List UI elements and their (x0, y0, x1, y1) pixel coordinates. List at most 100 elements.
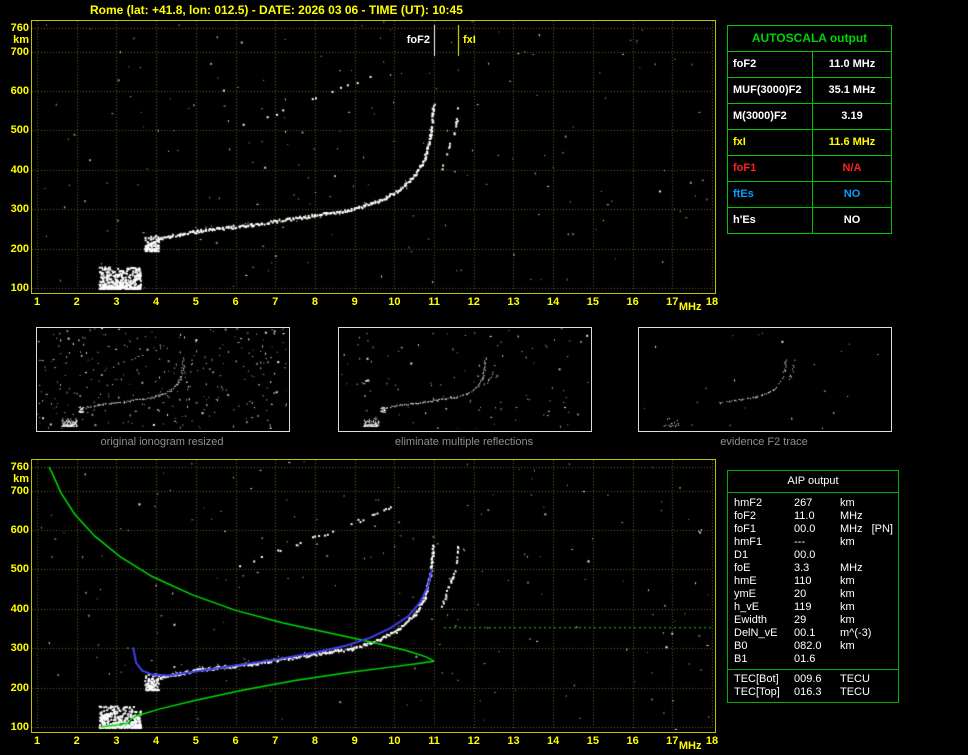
aip-param-name: DelN_vE (734, 627, 778, 639)
station-date-title: Rome (lat: +41.8, lon: 012.5) - DATE: 20… (90, 3, 463, 17)
autoscala-row-m3000f2: M(3000)F2 3.19 (728, 103, 891, 129)
aip-param-value: 00.0 (794, 549, 816, 561)
aip-param-unit: MHz (840, 510, 863, 522)
x-tick-label: 3 (113, 735, 120, 747)
x-tick-label: 10 (388, 735, 401, 747)
autoscala-row-fof2: foF2 11.0 MHz (728, 51, 891, 77)
aip-param-name: hmE (734, 575, 757, 587)
aip-param-note: [PN] (871, 523, 893, 535)
x-tick-label: 12 (467, 735, 480, 747)
aip-param-name: hmF2 (734, 497, 763, 509)
aip-param-name: foF2 (734, 510, 757, 522)
aip-param-name: Ewidth (734, 614, 768, 626)
aip-param-name: ymE (734, 588, 756, 600)
x-tick-label: 11 (428, 296, 440, 308)
autoscala-row-fxi: fxI 11.6 MHz (728, 129, 891, 155)
y-tick-label: 100 (10, 721, 29, 733)
aip-param-unit: km (840, 575, 855, 587)
aip-row-tectop: TEC[Top] 016.3 TECU (728, 686, 898, 699)
y-tick-label: 300 (10, 203, 29, 216)
autoscala-param-label: foF1 (728, 156, 813, 181)
aip-param-name: TEC[Top] (734, 686, 780, 698)
aip-param-unit: MHz (840, 562, 863, 574)
x-tick-label: 9 (351, 735, 358, 747)
aip-table-rows: hmF2 267 km foF2 11.0 MHz foF1 00.0 MHz [PN] hmF1 -… (728, 493, 898, 669)
x-tick-label: 4 (153, 735, 160, 747)
x-tick-label: 2 (73, 296, 80, 308)
thumbnail-no-multiples (338, 327, 592, 432)
y-axis-unit-label: km (13, 34, 29, 46)
x-tick-label: 3 (113, 296, 120, 308)
aip-param-unit: km (840, 601, 855, 613)
autoscala-app: Rome (lat: +41.8, lon: 012.5) - DATE: 20… (0, 0, 968, 755)
autoscala-row-fof1: foF1 N/A (728, 155, 891, 181)
aip-param-value: 01.6 (794, 653, 816, 665)
fxi-marker-label: fxI (463, 34, 476, 46)
aip-row-delnve: DelN_vE 00.1 m^(-3) (728, 627, 898, 640)
x-tick-label: 7 (272, 296, 279, 308)
profile-plot (31, 459, 716, 733)
y-tick-label: 700 (10, 484, 29, 497)
y-tick-label: 400 (10, 602, 29, 615)
x-tick-label: 2 (73, 735, 80, 747)
x-tick-label: 5 (192, 735, 199, 747)
aip-param-name: TEC[Bot] (734, 673, 779, 685)
x-tick-label: 4 (153, 296, 160, 308)
autoscala-param-label: foF2 (728, 52, 813, 77)
y-tick-label: 500 (10, 124, 29, 137)
x-axis-unit-label: MHz (678, 740, 702, 752)
autoscala-table-header: AUTOSCALA output (751, 31, 868, 45)
autoscala-param-value: N/A (842, 162, 862, 174)
thumbnail-f2-trace-label: evidence F2 trace (720, 436, 808, 448)
aip-row-hve: h_vE 119 km (728, 601, 898, 614)
thumbnail-original-label: original ionogram resized (100, 436, 224, 448)
x-tick-label: 16 (626, 735, 639, 747)
autoscala-row-ftes: ftEs NO (728, 181, 891, 207)
autoscala-row-hes: h'Es NO (728, 207, 891, 233)
aip-param-value: --- (794, 536, 805, 548)
ionogram-canvas (32, 21, 713, 291)
aip-param-unit: km (840, 640, 855, 652)
aip-row-tecbot: TEC[Bot] 009.6 TECU (728, 673, 898, 686)
aip-param-value: 009.6 (794, 673, 822, 685)
aip-output-table: AIP output hmF2 267 km foF2 11.0 MHz foF1 00.0 M… (727, 470, 899, 703)
aip-param-name: foE (734, 562, 751, 574)
aip-param-name: B1 (734, 653, 748, 665)
y-tick-label: 100 (10, 282, 29, 294)
x-tick-label: 13 (507, 296, 520, 308)
aip-param-value: 11.0 (794, 510, 815, 522)
autoscala-param-label: MUF(3000)F2 (728, 78, 813, 103)
thumbnail-f2-trace (638, 327, 892, 432)
aip-param-name: B0 (734, 640, 748, 652)
y-tick-label: 760 (10, 461, 29, 473)
aip-param-value: 3.3 (794, 562, 810, 574)
x-tick-label: 7 (272, 735, 279, 747)
y-tick-label: 400 (10, 163, 29, 176)
aip-param-value: 00.1 (794, 627, 816, 639)
aip-tec-rows: TEC[Bot] 009.6 TECU TEC[Top] 016.3 TECU (728, 669, 898, 702)
aip-param-unit: TECU (840, 686, 870, 698)
aip-param-unit: km (840, 536, 855, 548)
aip-param-value: 267 (794, 497, 813, 509)
autoscala-param-value: NO (843, 214, 861, 226)
thumbnail-original (36, 327, 290, 432)
aip-param-unit: TECU (840, 673, 870, 685)
aip-row-hme: hmE 110 km (728, 575, 898, 588)
aip-param-unit: km (840, 497, 855, 509)
x-tick-label: 1 (33, 735, 41, 747)
autoscala-table-rows: foF2 11.0 MHz MUF(3000)F2 35.1 MHz M(3000)F2… (728, 51, 891, 233)
x-tick-label: 12 (467, 296, 480, 308)
x-tick-label: 18 (705, 735, 719, 747)
x-tick-label: 10 (388, 296, 401, 308)
y-tick-label: 200 (10, 681, 29, 694)
aip-row-d1: D1 00.0 (728, 549, 898, 562)
autoscala-param-value: 11.6 MHz (828, 136, 876, 148)
aip-row-b0: B0 082.0 km (728, 640, 898, 653)
aip-param-name: D1 (734, 549, 749, 561)
autoscala-param-value: NO (843, 188, 861, 200)
aip-param-value: 016.3 (794, 686, 822, 698)
x-tick-label: 9 (351, 296, 358, 308)
y-tick-label: 600 (10, 524, 29, 537)
x-tick-label: 1 (33, 296, 41, 308)
aip-row-fof2: foF2 11.0 MHz (728, 510, 898, 523)
